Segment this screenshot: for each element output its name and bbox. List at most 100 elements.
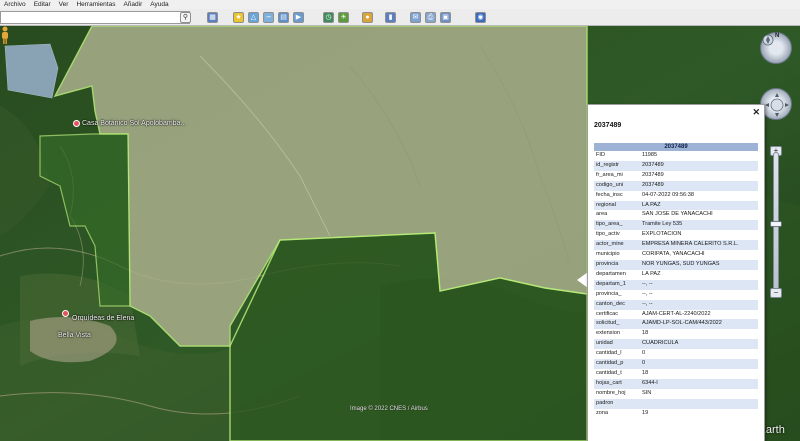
table-row: fecha_insc 04-07-2022 09:56:38 — [594, 190, 759, 201]
attribute-key: regional — [594, 200, 640, 211]
print-icon[interactable]: ⎙ — [425, 12, 436, 23]
table-row: cantidad_l 0 — [594, 349, 759, 360]
balloon-title: 2037489 — [594, 122, 622, 129]
tour-icon[interactable]: ▶ — [293, 12, 304, 23]
attribute-key: tipo_activ — [594, 230, 640, 241]
table-row: tipo_area_ Tramite Ley 535 — [594, 220, 759, 231]
attribute-key: id_registr — [594, 160, 640, 171]
attribute-key: fr_area_mi — [594, 170, 640, 181]
place-pin-icon[interactable] — [62, 310, 69, 317]
search-input[interactable] — [0, 11, 190, 24]
planets-icon[interactable]: ● — [362, 12, 373, 23]
polygon-icon[interactable]: △ — [248, 12, 259, 23]
table-row: codigo_uni 2037489 — [594, 180, 759, 191]
close-icon[interactable]: ✕ — [752, 108, 760, 117]
table-row: zona 19 — [594, 408, 759, 419]
north-indicator-icon: N — [775, 33, 780, 39]
sidebar-icon[interactable]: ▦ — [207, 12, 218, 23]
table-row: cantidad_p 0 — [594, 359, 759, 369]
attribute-value: AJAMD-LP-SOL-CAM/443/2022 — [640, 319, 759, 330]
street-view-pegman-icon[interactable] — [0, 26, 10, 44]
attribute-key: certificac — [594, 309, 640, 320]
table-row: provincia NOR YUNGAS, SUD YUNGAS — [594, 259, 759, 270]
place-label[interactable]: Orquídeas de Elena — [72, 315, 134, 322]
menu-bar: Archivo Editar Ver Herramientas Añadir A… — [0, 0, 800, 9]
attribute-value: Tramite Ley 535 — [640, 220, 759, 231]
table-row: tipo_activ EXPLOTACION — [594, 230, 759, 241]
attribute-value: 2037489 — [640, 170, 759, 181]
placemark-icon[interactable]: ★ — [233, 12, 244, 23]
attribute-value: CUADRICULA — [640, 339, 759, 350]
attribute-key: cantidad_l — [594, 349, 640, 360]
menu-editar[interactable]: Editar — [34, 0, 51, 9]
place-label[interactable]: Casa Botánico Sol Apolobamba... — [82, 120, 186, 127]
feature-info-balloon: ✕ 2037489 2037489 FID 11985 id_registr 2037… — [587, 104, 765, 441]
attribute-value: AJAM-CERT-AL-2240/2022 — [640, 309, 759, 320]
table-row: regional LA PAZ — [594, 200, 759, 211]
attribute-key: departamen — [594, 269, 640, 280]
zoom-out-button[interactable]: − — [770, 288, 782, 298]
menu-archivo[interactable]: Archivo — [4, 0, 26, 9]
attribute-value: LA PAZ — [640, 200, 759, 211]
history-icon[interactable]: ◷ — [323, 12, 334, 23]
attribute-value: 11985 — [640, 151, 759, 161]
maps-icon[interactable]: ◉ — [475, 12, 486, 23]
place-pin-icon[interactable] — [73, 120, 80, 127]
table-row: canton_dec --, -- — [594, 299, 759, 310]
menu-ver[interactable]: Ver — [59, 0, 69, 9]
table-row: hojas_cart 6344-I — [594, 378, 759, 389]
attribute-key: hojas_cart — [594, 378, 640, 389]
menu-anadir[interactable]: Añadir — [123, 0, 142, 9]
attribute-key: departam_1 — [594, 279, 640, 290]
path-icon[interactable]: ∽ — [263, 12, 274, 23]
menu-herramientas[interactable]: Herramientas — [76, 0, 115, 9]
attribute-value: 18 — [640, 329, 759, 340]
table-row: extension 18 — [594, 329, 759, 340]
zoom-slider-thumb[interactable] — [770, 221, 782, 227]
place-label[interactable]: Bella Vista — [58, 332, 91, 339]
attribute-key: solicitud_ — [594, 319, 640, 330]
image-overlay-icon[interactable]: ▤ — [278, 12, 289, 23]
attribute-key: codigo_uni — [594, 180, 640, 191]
compass-control[interactable]: N — [760, 32, 792, 64]
menu-ayuda[interactable]: Ayuda — [150, 0, 168, 9]
attribute-table-header: 2037489 — [594, 143, 759, 151]
imagery-credit: Image © 2022 CNES / Airbus — [350, 406, 428, 412]
attribute-key: nombre_hoj — [594, 388, 640, 399]
save-image-icon[interactable]: ▣ — [440, 12, 451, 23]
table-row: certificac AJAM-CERT-AL-2240/2022 — [594, 309, 759, 320]
table-row: departam_1 --, -- — [594, 279, 759, 290]
email-icon[interactable]: ✉ — [410, 12, 421, 23]
attribute-key: area — [594, 210, 640, 221]
attribute-key: unidad — [594, 339, 640, 350]
attribute-value: 04-07-2022 09:56:38 — [640, 190, 759, 201]
attribute-key: tipo_area_ — [594, 220, 640, 231]
attribute-value: 0 — [640, 349, 759, 360]
table-row: municipio CORIPATA, YANACACHI — [594, 250, 759, 260]
attribute-value: EXPLOTACION — [640, 230, 759, 241]
attribute-key: provincia_ — [594, 289, 640, 300]
attribute-value: SAN JOSE DE YANACACHI — [640, 210, 759, 221]
toolbar: ⚲ ▦ ★ △ ∽ ▤ ▶ ◷ ☀ ● ▮ ✉ ⎙ ▣ ◉ — [0, 9, 800, 26]
attribute-key: actor_mine — [594, 240, 640, 251]
attribute-value: LA PAZ — [640, 269, 759, 280]
table-row: padron — [594, 398, 759, 409]
table-row: actor_mine EMPRESA MINERA CALERITO S.R.L. — [594, 240, 759, 251]
attribute-key: cantidad_t — [594, 368, 640, 379]
table-row: departamen LA PAZ — [594, 269, 759, 280]
attribute-key: padron — [594, 398, 640, 409]
attribute-key: zona — [594, 408, 640, 419]
attribute-value: NOR YUNGAS, SUD YUNGAS — [640, 259, 759, 270]
table-row: area SAN JOSE DE YANACACHI — [594, 210, 759, 221]
attribute-value: 2037489 — [640, 160, 759, 171]
ruler-icon[interactable]: ▮ — [385, 12, 396, 23]
search-magnifier-icon[interactable]: ⚲ — [180, 12, 191, 23]
sun-icon[interactable]: ☀ — [338, 12, 349, 23]
map-view[interactable]: Casa Botánico Sol Apolobamba... Orquídea… — [0, 26, 800, 441]
google-earth-window: Archivo Editar Ver Herramientas Añadir A… — [0, 0, 800, 441]
attribute-key: fecha_insc — [594, 190, 640, 201]
pan-arrows-icon — [765, 93, 789, 117]
attribute-key: canton_dec — [594, 299, 640, 310]
table-row: unidad CUADRICULA — [594, 339, 759, 350]
attribute-key: municipio — [594, 250, 640, 260]
